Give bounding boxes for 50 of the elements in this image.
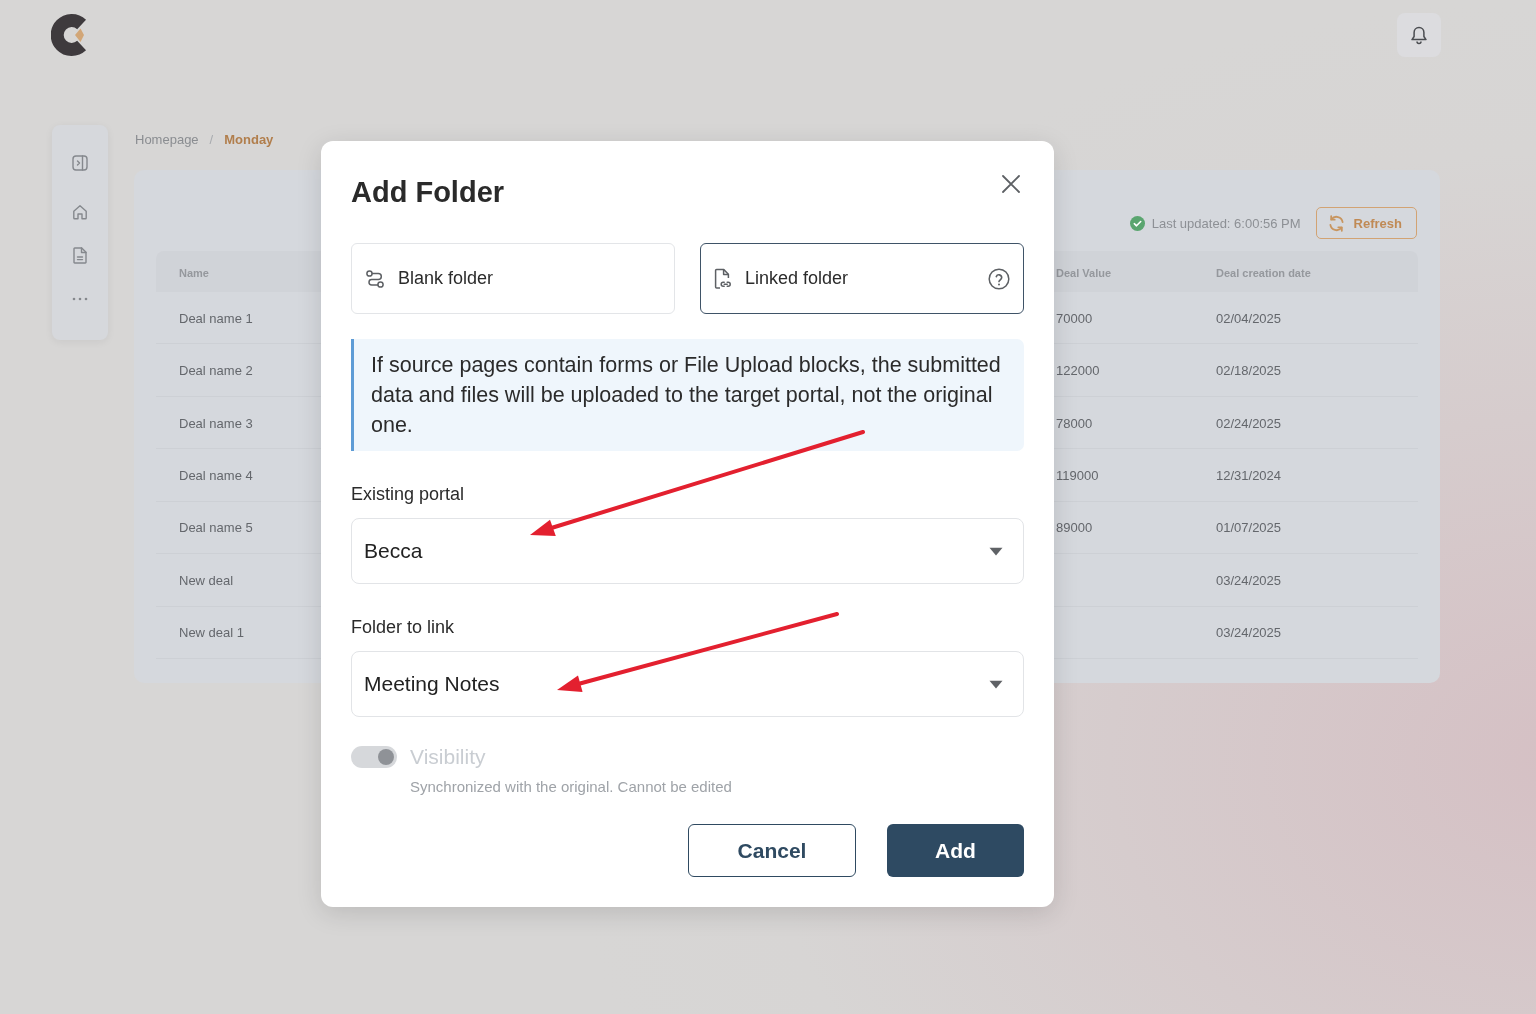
table-cell: 02/24/2025 <box>1216 415 1282 431</box>
more-icon[interactable] <box>72 297 88 301</box>
table-cell: Deal name 2 <box>179 363 253 379</box>
table-cell: Deal name 5 <box>179 520 253 536</box>
table-cell: New deal 1 <box>179 625 245 641</box>
table-cell: 78000 <box>1056 415 1093 431</box>
refresh-icon <box>1327 214 1345 232</box>
home-icon[interactable] <box>72 204 88 220</box>
table-cell: 70000 <box>1056 310 1093 326</box>
select-field[interactable]: Becca <box>351 518 1024 584</box>
linked-document-icon <box>714 267 732 290</box>
table-cell: 12/31/2024 <box>1216 467 1282 483</box>
route-icon <box>365 268 385 289</box>
field-label: Existing portal <box>351 483 465 506</box>
table-cell: 02/04/2025 <box>1216 310 1282 326</box>
table-cell: 01/07/2025 <box>1216 520 1282 536</box>
bell-icon <box>1410 25 1428 45</box>
folder-type-option[interactable]: Blank folder <box>351 243 675 314</box>
column-header: Deal creation date <box>1216 266 1311 279</box>
table-cell: Deal name 1 <box>179 310 253 326</box>
breadcrumb-current: Monday <box>224 131 274 147</box>
table-cell: 03/24/2025 <box>1216 625 1282 641</box>
panel-icon[interactable] <box>72 155 88 171</box>
hint-text: Synchronized with the original. Cannot be edited <box>410 778 732 796</box>
cancel-button[interactable]: Cancel <box>688 824 856 877</box>
submit-button[interactable]: Add <box>887 824 1024 877</box>
close-icon[interactable] <box>1002 175 1020 193</box>
table-cell: 02/18/2025 <box>1216 363 1282 379</box>
document-icon[interactable] <box>73 247 87 264</box>
table-cell: 119000 <box>1056 467 1099 483</box>
folder-type-option[interactable]: Linked folder <box>700 243 1024 314</box>
help-icon[interactable] <box>988 267 1010 290</box>
table-cell: 03/24/2025 <box>1216 572 1282 588</box>
caret-icon <box>989 679 1003 689</box>
table-cell: Deal name 4 <box>179 467 253 483</box>
column-header: Name <box>179 266 209 279</box>
select-field[interactable]: Meeting Notes <box>351 651 1024 717</box>
table-cell: New deal <box>179 572 234 588</box>
dialog-title: Add Folder <box>351 175 505 210</box>
breadcrumb-separator: / <box>209 131 214 147</box>
field-label: Folder to link <box>351 616 455 639</box>
table-cell: Deal name 3 <box>179 415 253 431</box>
notifications-button[interactable] <box>1397 13 1441 57</box>
column-header: Deal Value <box>1056 266 1112 279</box>
caret-icon <box>989 546 1003 556</box>
last-updated-text: Last updated: 6:00:56 PM <box>1151 215 1301 231</box>
table-cell: 89000 <box>1056 520 1093 536</box>
check-circle-icon <box>1129 215 1145 231</box>
table-cell: 122000 <box>1056 363 1100 379</box>
info-notice: If source pages contain forms or File Upload blocks, the submitted data and files will be uploaded to the target portal, not the original one. <box>351 339 1024 451</box>
